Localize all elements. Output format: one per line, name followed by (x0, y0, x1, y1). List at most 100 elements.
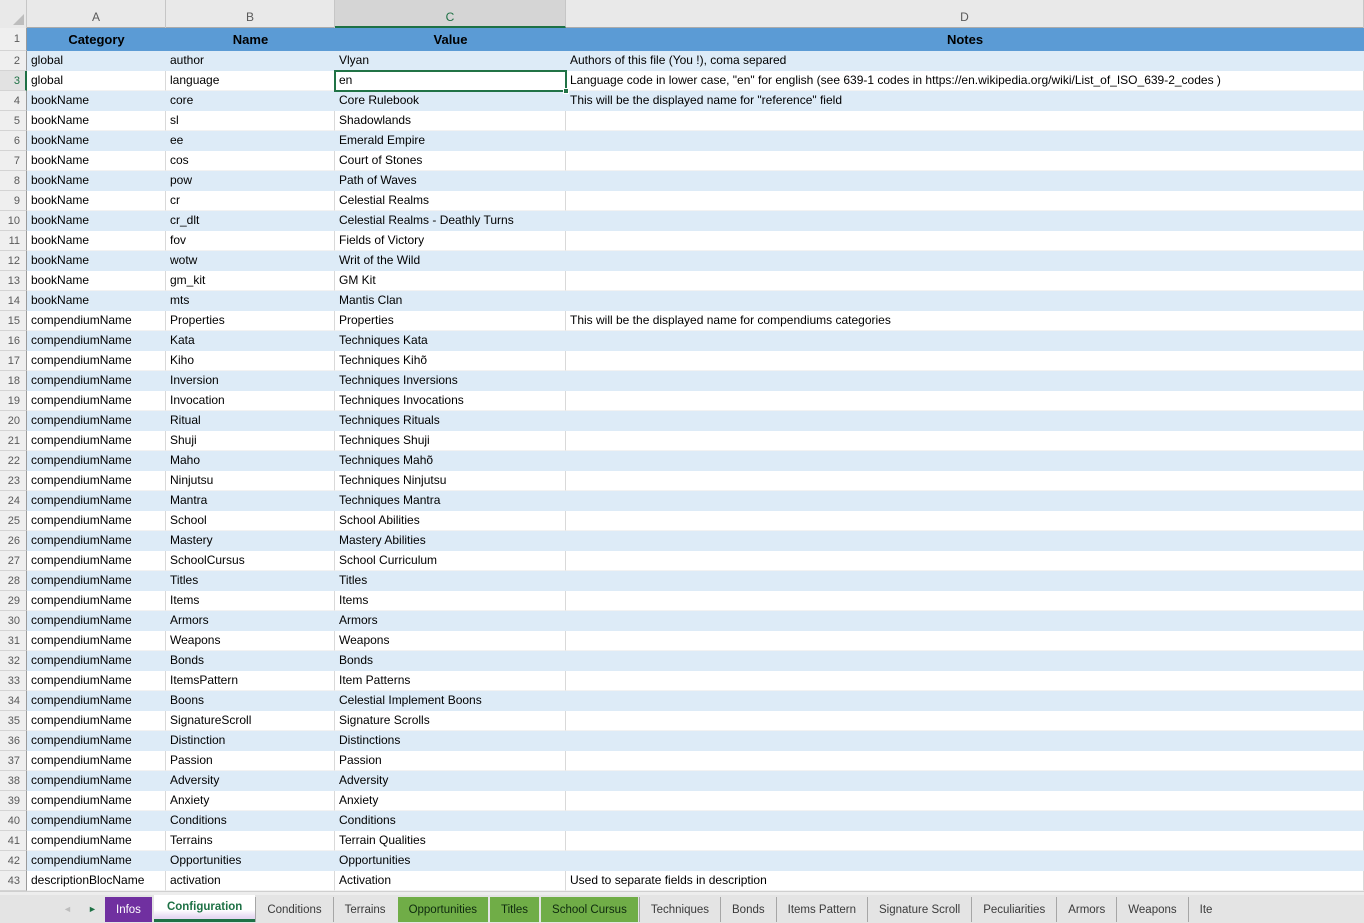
cell-name[interactable]: Distinction (166, 731, 335, 751)
cell-category[interactable]: compendiumName (27, 611, 166, 631)
cell-category[interactable]: compendiumName (27, 551, 166, 571)
row-header[interactable]: 43 (0, 871, 27, 891)
row-header[interactable]: 32 (0, 651, 27, 671)
cell-category[interactable]: global (27, 51, 166, 71)
cell-value[interactable]: en (335, 71, 566, 91)
row-header[interactable]: 37 (0, 751, 27, 771)
cell-name[interactable]: Shuji (166, 431, 335, 451)
cell-value[interactable]: Conditions (335, 811, 566, 831)
sheet-tab-conditions[interactable]: Conditions (255, 897, 332, 922)
row-header[interactable]: 5 (0, 111, 27, 131)
cell-notes[interactable] (566, 131, 1364, 151)
cell-value[interactable]: Celestial Implement Boons (335, 691, 566, 711)
cell-category[interactable]: bookName (27, 251, 166, 271)
cell-notes[interactable]: Authors of this file (You !), coma separ… (566, 51, 1364, 71)
row-header[interactable]: 6 (0, 131, 27, 151)
cell-name[interactable]: Kata (166, 331, 335, 351)
cell-notes[interactable]: This will be the displayed name for "ref… (566, 91, 1364, 111)
sheet-tab-opportunities[interactable]: Opportunities (398, 897, 488, 922)
cell-notes[interactable] (566, 431, 1364, 451)
cell-name[interactable]: Anxiety (166, 791, 335, 811)
cell-notes[interactable] (566, 331, 1364, 351)
cell-notes[interactable] (566, 791, 1364, 811)
sheet-tab-weapons[interactable]: Weapons (1116, 897, 1187, 922)
row-header[interactable]: 18 (0, 371, 27, 391)
cell-notes[interactable] (566, 811, 1364, 831)
cell-value[interactable]: Bonds (335, 651, 566, 671)
row-header[interactable]: 21 (0, 431, 27, 451)
cell-notes[interactable] (566, 251, 1364, 271)
cell-category[interactable]: bookName (27, 111, 166, 131)
cell-category[interactable]: compendiumName (27, 471, 166, 491)
cell-notes[interactable] (566, 771, 1364, 791)
cell-value[interactable]: Path of Waves (335, 171, 566, 191)
row-header[interactable]: 10 (0, 211, 27, 231)
cell-notes[interactable] (566, 531, 1364, 551)
cell-notes[interactable] (566, 151, 1364, 171)
row-header[interactable]: 38 (0, 771, 27, 791)
row-header[interactable]: 12 (0, 251, 27, 271)
cell-value[interactable]: Techniques Mahõ (335, 451, 566, 471)
cell-value[interactable]: Vlyan (335, 51, 566, 71)
cell-category[interactable]: compendiumName (27, 711, 166, 731)
cell-category[interactable]: bookName (27, 271, 166, 291)
row-header[interactable]: 7 (0, 151, 27, 171)
row-header[interactable]: 15 (0, 311, 27, 331)
cell-value[interactable]: Adversity (335, 771, 566, 791)
row-header[interactable]: 36 (0, 731, 27, 751)
cell-value[interactable]: Distinctions (335, 731, 566, 751)
sheet-tab-signature-scroll[interactable]: Signature Scroll (867, 897, 971, 922)
cell-category[interactable]: compendiumName (27, 731, 166, 751)
row-header[interactable]: 23 (0, 471, 27, 491)
column-header-b[interactable]: B (166, 0, 335, 28)
row-header[interactable]: 42 (0, 851, 27, 871)
cell-notes[interactable] (566, 851, 1364, 871)
cell-name[interactable]: Kiho (166, 351, 335, 371)
cell-name[interactable]: Adversity (166, 771, 335, 791)
cell-category[interactable]: compendiumName (27, 311, 166, 331)
cell-category[interactable]: compendiumName (27, 751, 166, 771)
row-header[interactable]: 29 (0, 591, 27, 611)
row-header[interactable]: 26 (0, 531, 27, 551)
cell-notes[interactable] (566, 231, 1364, 251)
cell-name[interactable]: Titles (166, 571, 335, 591)
row-header[interactable]: 8 (0, 171, 27, 191)
cell-value[interactable]: Shadowlands (335, 111, 566, 131)
select-all-corner[interactable] (0, 0, 27, 28)
row-header[interactable]: 33 (0, 671, 27, 691)
cell-category[interactable]: compendiumName (27, 331, 166, 351)
cell-notes[interactable]: Used to separate fields in description (566, 871, 1364, 891)
column-header-c[interactable]: C (335, 0, 566, 28)
cell-notes[interactable] (566, 291, 1364, 311)
row-header[interactable]: 28 (0, 571, 27, 591)
sheet-tab-infos[interactable]: Infos (105, 897, 152, 922)
cell-notes[interactable] (566, 651, 1364, 671)
cell-value[interactable]: Passion (335, 751, 566, 771)
row-header[interactable]: 16 (0, 331, 27, 351)
row-header[interactable]: 39 (0, 791, 27, 811)
cell-name[interactable]: ItemsPattern (166, 671, 335, 691)
row-header[interactable]: 27 (0, 551, 27, 571)
cell-category[interactable]: compendiumName (27, 791, 166, 811)
cell-name[interactable]: Terrains (166, 831, 335, 851)
cell-name[interactable]: cr_dlt (166, 211, 335, 231)
cell-name[interactable]: Ninjutsu (166, 471, 335, 491)
cell-value[interactable]: Properties (335, 311, 566, 331)
cell-notes[interactable] (566, 611, 1364, 631)
cell-notes[interactable] (566, 191, 1364, 211)
cell-value[interactable]: Armors (335, 611, 566, 631)
cell-name[interactable]: Mastery (166, 531, 335, 551)
cell-name[interactable]: pow (166, 171, 335, 191)
cell-name[interactable]: Opportunities (166, 851, 335, 871)
cell-category[interactable]: bookName (27, 151, 166, 171)
cell-notes[interactable] (566, 831, 1364, 851)
sheet-tab-titles[interactable]: Titles (490, 897, 539, 922)
cell-name[interactable]: Weapons (166, 631, 335, 651)
cell-category[interactable]: bookName (27, 291, 166, 311)
sheet-tab-terrains[interactable]: Terrains (333, 897, 397, 922)
cell-notes[interactable] (566, 711, 1364, 731)
cell-name[interactable]: Ritual (166, 411, 335, 431)
row-header[interactable]: 4 (0, 91, 27, 111)
cell-name[interactable]: Properties (166, 311, 335, 331)
row-header[interactable]: 13 (0, 271, 27, 291)
